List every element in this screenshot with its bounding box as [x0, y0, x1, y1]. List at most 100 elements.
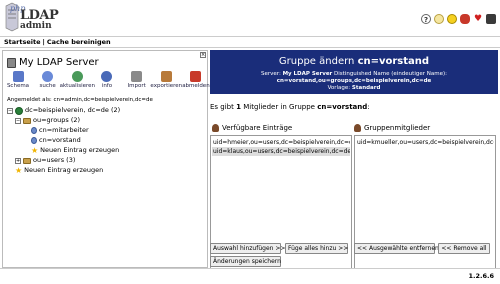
member-item[interactable]: uid=kmueller,ou=users,dc=beispielverein,… — [356, 138, 494, 147]
members-suffix: : — [367, 103, 370, 111]
version-label: 1.2.6.6 — [468, 272, 495, 280]
lightbulb-icon[interactable] — [434, 14, 444, 24]
available-item[interactable]: uid=hmeier,ou=users,dc=beispielverein,dc… — [212, 138, 350, 147]
search-icon — [42, 71, 54, 82]
close-panel-icon[interactable]: × — [200, 52, 206, 58]
server-title-text: My LDAP Server — [19, 57, 99, 68]
group-edit-header: Gruppe ändern cn=vorstand Server: My LDA… — [210, 50, 498, 94]
server-label: Server: — [261, 71, 281, 77]
server-toolbar: Schema suche aktualisieren info Import e… — [7, 71, 210, 89]
header: php LDAP admin ? ♥ — [0, 0, 500, 36]
group-icon — [31, 127, 37, 134]
toolbar-label: Import — [127, 83, 146, 89]
available-heading: Verfügbare Einträge — [212, 124, 292, 132]
toolbar-label: Schema — [6, 83, 30, 89]
add-selected-button[interactable]: Auswahl hinzufügen >> — [210, 243, 285, 254]
members-count: 1 — [236, 103, 241, 111]
tree-node-label: cn=mitarbeiter — [39, 126, 89, 134]
folder-icon — [23, 157, 31, 164]
bug-icon[interactable] — [460, 14, 470, 24]
heart-icon[interactable]: ♥ — [473, 14, 483, 24]
expand-icon[interactable]: + — [15, 157, 21, 164]
page-title: Gruppe ändern cn=vorstand — [210, 56, 498, 67]
server-name: My LDAP Server — [282, 71, 333, 77]
footer: 1.2.6.6 — [0, 268, 500, 284]
help-icon[interactable]: ? — [421, 14, 431, 24]
template-value: Standard — [351, 85, 381, 91]
toolbar-label: abmelden — [182, 83, 210, 89]
tree-node-mitarbeiter[interactable]: cn=mitarbeiter — [31, 126, 89, 135]
toolbar-label: info — [101, 83, 113, 89]
tree-new-entry-groups[interactable]: ★ Neuen Eintrag erzeugen — [31, 146, 119, 155]
toolbar-import[interactable]: Import — [126, 71, 148, 89]
tree-node-label: dc=beispielverein, dc=de (2) — [25, 106, 121, 114]
phpldapadmin-logo[interactable]: php LDAP admin — [4, 2, 64, 32]
tree-node-groups[interactable]: − ou=groups (2) — [15, 116, 80, 125]
import-icon — [131, 71, 143, 82]
collapse-icon[interactable]: − — [7, 107, 13, 114]
tree-node-label: cn=vorstand — [39, 136, 81, 144]
tree-node-root[interactable]: − dc=beispielverein, dc=de (2) — [7, 106, 120, 115]
toolbar-schema[interactable]: Schema — [7, 71, 29, 89]
clear-cache-link[interactable]: Cache bereinigen — [47, 38, 111, 46]
schema-icon — [12, 71, 24, 82]
available-title: Verfügbare Einträge — [222, 124, 293, 132]
tree-node-label: ou=users (3) — [33, 156, 76, 164]
save-changes-button[interactable]: Änderungen speichern — [210, 256, 281, 267]
dn-value: cn=vorstand,ou=groups,dc=beispielverein,… — [276, 78, 432, 84]
tree-node-vorstand[interactable]: cn=vorstand — [31, 136, 81, 145]
server-icon — [7, 57, 16, 68]
toolbar-info[interactable]: info — [96, 71, 118, 89]
members-heading: Gruppenmitglieder — [354, 124, 430, 132]
group-icon — [31, 137, 37, 144]
header-icons: ? ♥ — [421, 14, 496, 24]
tree-node-label: Neuen Eintrag erzeugen — [24, 166, 104, 174]
add-all-button[interactable]: Füge alles hinzu >> — [285, 243, 348, 254]
logout-icon — [190, 71, 202, 82]
toolbar-search[interactable]: suche — [37, 71, 59, 89]
domain-icon — [15, 106, 23, 115]
server-tree-panel: × My LDAP Server Schema suche aktualisie… — [2, 50, 210, 268]
star-icon: ★ — [15, 165, 23, 175]
toolbar-label: exportieren — [150, 83, 183, 89]
tree-new-entry-root[interactable]: ★ Neuen Eintrag erzeugen — [15, 166, 103, 175]
logout-icon[interactable] — [486, 14, 496, 24]
export-icon — [160, 71, 172, 82]
smiley-icon[interactable] — [447, 14, 457, 24]
tree-node-label: ou=groups (2) — [33, 116, 81, 124]
info-icon — [101, 71, 113, 82]
members-prefix: Es gibt — [210, 103, 234, 111]
dn-label: Distinguished Name (eindeutiger Name): — [334, 71, 447, 77]
title-prefix: Gruppe ändern — [278, 56, 355, 67]
home-link[interactable]: Startseite — [4, 38, 41, 46]
available-item-selected[interactable]: uid=klaus,ou=users,dc=beispielverein,dc=… — [212, 147, 350, 156]
tree-node-users[interactable]: + ou=users (3) — [15, 156, 75, 165]
members-title: Gruppenmitglieder — [364, 124, 431, 132]
template-label: Vorlage: — [327, 85, 351, 91]
toolbar-refresh[interactable]: aktualisieren — [60, 71, 95, 89]
toolbar-label: aktualisieren — [59, 83, 96, 89]
members-list[interactable]: uid=kmueller,ou=users,dc=beispielverein,… — [354, 135, 496, 284]
nav-bar: Startseite | Cache bereinigen — [0, 36, 500, 48]
logo-admin-text: admin — [20, 21, 52, 31]
entry-meta: Server: My LDAP Server Distinguished Nam… — [210, 71, 498, 92]
nav-separator: | — [42, 38, 45, 46]
collapse-icon[interactable]: − — [15, 117, 21, 124]
toolbar-export[interactable]: exportieren — [150, 71, 182, 89]
toolbar-logout[interactable]: abmelden — [182, 71, 210, 89]
tree-node-label: Neuen Eintrag erzeugen — [40, 146, 120, 154]
user-icon — [212, 124, 219, 132]
star-icon: ★ — [31, 145, 39, 155]
title-dn: cn=vorstand — [357, 56, 430, 67]
group-edit-panel: Gruppe ändern cn=vorstand Server: My LDA… — [210, 50, 498, 284]
members-summary: Es gibt 1 Mitglieder in Gruppe cn=vorsta… — [210, 103, 370, 111]
user-icon — [354, 124, 361, 132]
folder-icon — [23, 117, 31, 124]
server-title: My LDAP Server — [7, 57, 99, 68]
refresh-icon — [71, 71, 83, 82]
members-group: cn=vorstand — [317, 103, 368, 111]
members-middle: Mitglieder in Gruppe — [243, 103, 315, 111]
toolbar-label: suche — [39, 83, 56, 89]
remove-selected-button[interactable]: << Ausgewählte entfernen — [354, 243, 439, 254]
remove-all-button[interactable]: << Remove all — [438, 243, 490, 254]
